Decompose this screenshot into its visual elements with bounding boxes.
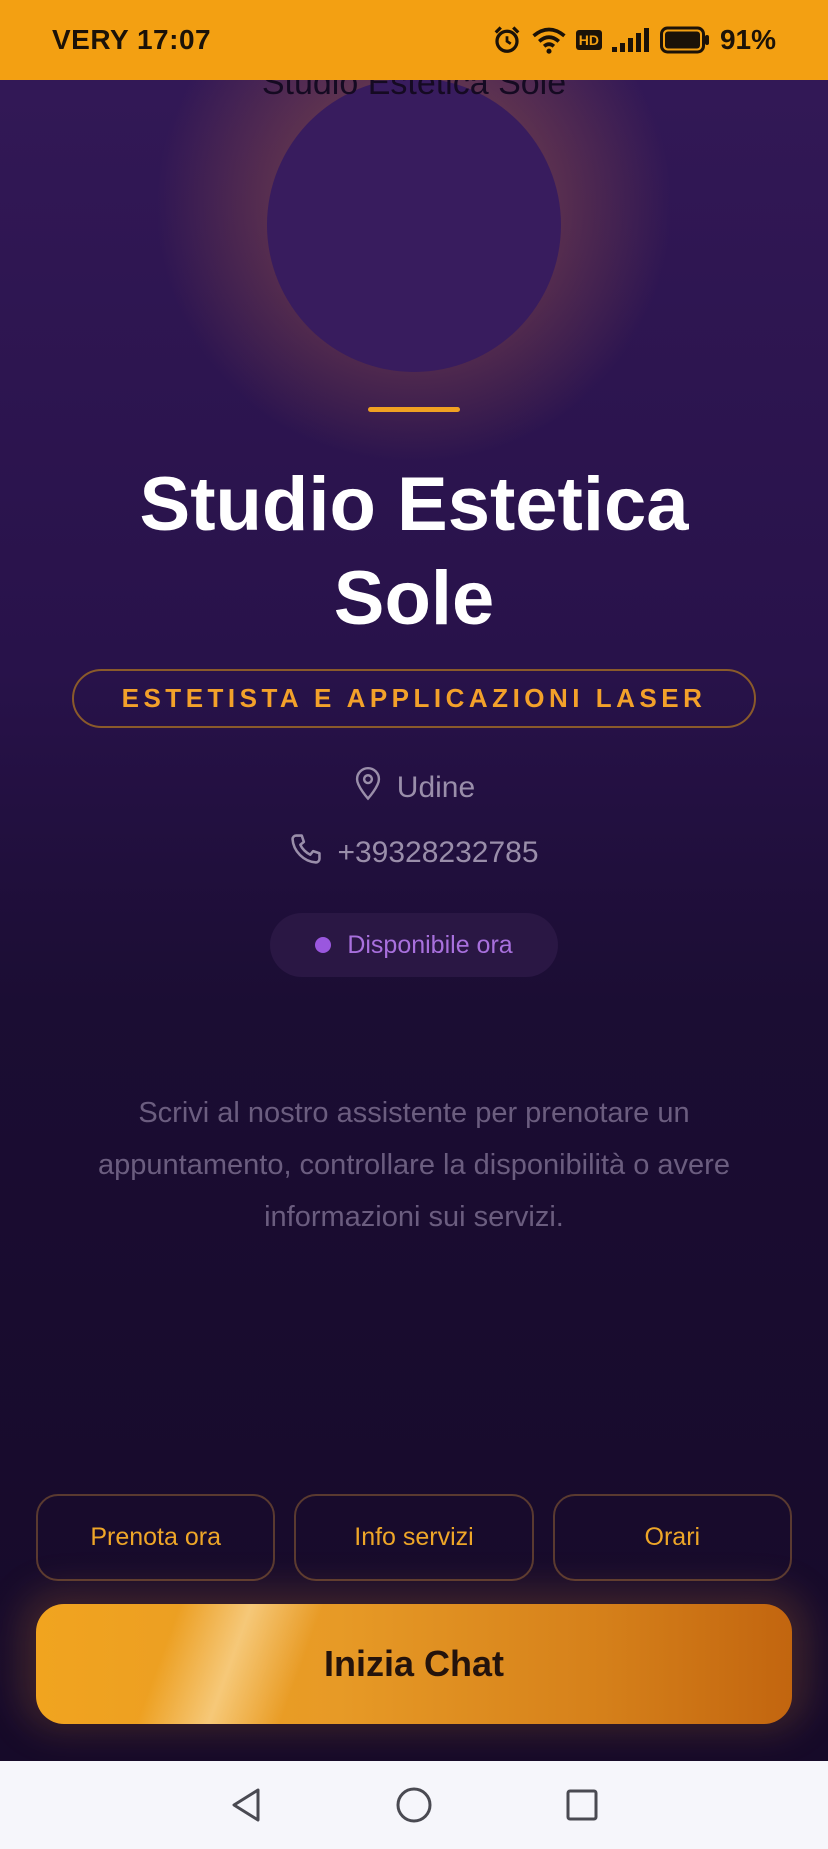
signal-icon (611, 28, 650, 52)
location-text: Udine (396, 771, 476, 804)
category-badge: ESTETISTA E APPLICAZIONI LASER (72, 669, 756, 728)
alarm-icon (492, 25, 522, 55)
status-icons: HD 91% (492, 24, 776, 56)
recents-icon[interactable] (558, 1781, 606, 1829)
phone-icon (289, 832, 323, 874)
availability-text: Disponibile ora (347, 930, 513, 959)
phone-row[interactable]: +39328232785 (0, 830, 828, 876)
intro-description: Scrivi al nostro assistente per prenotar… (98, 1097, 730, 1233)
battery-icon (659, 26, 710, 54)
availability-badge: Disponibile ora (270, 913, 558, 977)
wifi-icon (532, 26, 566, 54)
home-icon[interactable] (390, 1781, 438, 1829)
book-now-button[interactable]: Prenota ora (36, 1494, 276, 1581)
availability-dot-icon (315, 937, 332, 953)
logo-alt-text: Studio Estetica Sole (261, 80, 567, 102)
phone-number[interactable]: +39328232785 (337, 836, 538, 870)
accent-divider (368, 407, 460, 412)
location-pin-icon (353, 767, 383, 809)
status-bar: VERY 17:07 HD 91% (0, 0, 828, 80)
start-chat-button[interactable]: Inizia Chat (36, 1604, 792, 1724)
battery-percent: 91% (719, 24, 776, 55)
back-icon[interactable] (222, 1781, 270, 1829)
quick-actions: Prenota ora Info servizi Orari (36, 1494, 792, 1581)
business-name: Studio Estetica Sole (139, 462, 689, 641)
app-screen: VERY 17:07 HD 91% Studio Estetica Sole S… (0, 0, 828, 1849)
location-row: Udine (0, 765, 828, 811)
carrier-time: VERY 17:07 (52, 24, 212, 55)
main-content: Studio Estetica Sole Studio Estetica Sol… (0, 80, 828, 1761)
business-logo (267, 80, 561, 372)
system-nav-bar (0, 1761, 828, 1849)
opening-hours-button[interactable]: Orari (552, 1494, 792, 1581)
services-info-button[interactable]: Info servizi (294, 1494, 534, 1581)
hd-icon: HD (575, 30, 602, 50)
